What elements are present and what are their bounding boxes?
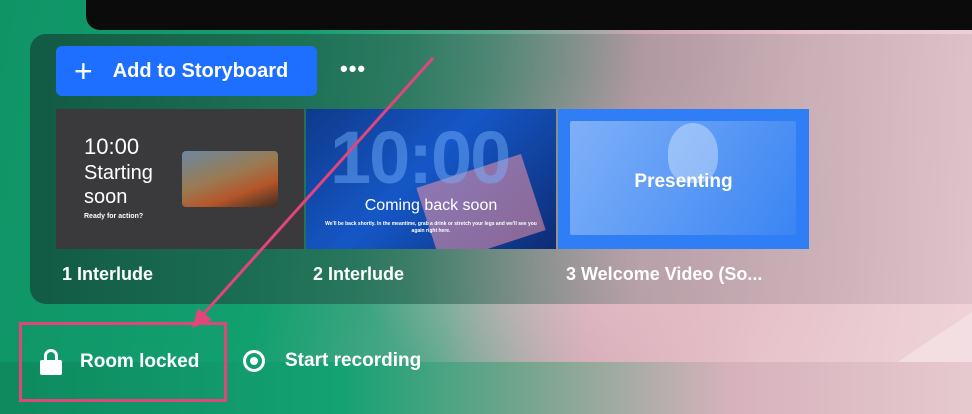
plus-icon: + (74, 53, 93, 89)
lock-icon (40, 349, 62, 375)
thumbnail-headline: Starting soon (84, 162, 153, 208)
thumbnail-overlay: Presenting (634, 171, 733, 192)
storyboard-thumbnail-1[interactable]: 10:00 Starting soon Ready for action? (56, 109, 304, 249)
thumbnail-tagline: Ready for action? (84, 213, 144, 220)
room-locked-label: Room locked (80, 351, 200, 372)
thumbnail-headline: Coming back soon (364, 197, 498, 214)
thumbnail-big-time: 10:00 (330, 116, 511, 199)
more-options-button[interactable]: ••• (340, 56, 366, 82)
thumbnail-time: 10:00 (84, 134, 140, 159)
thumbnail-caption-2: 2 Interlude (313, 264, 405, 284)
start-recording-label: Start recording (285, 350, 422, 371)
storyboard-thumbnail-2[interactable]: 10:00 Coming back soon We'll be back sho… (306, 109, 556, 249)
top-bar (86, 0, 972, 30)
thumbnail-caption-3: 3 Welcome Video (So... (566, 264, 763, 284)
start-recording-button[interactable]: Start recording (243, 350, 421, 372)
record-icon (243, 350, 265, 372)
thumbnail-photo (182, 151, 278, 207)
storyboard-thumbnail-3[interactable]: Presenting (558, 109, 809, 249)
thumbnail-body: We'll be back shortly. In the meantime, … (325, 221, 537, 234)
thumbnail-caption-1: 1 Interlude (62, 264, 154, 284)
add-to-storyboard-label: Add to Storyboard (112, 59, 289, 82)
add-to-storyboard-button[interactable]: + Add to Storyboard (56, 46, 317, 96)
room-locked-button[interactable]: Room locked (19, 322, 227, 402)
